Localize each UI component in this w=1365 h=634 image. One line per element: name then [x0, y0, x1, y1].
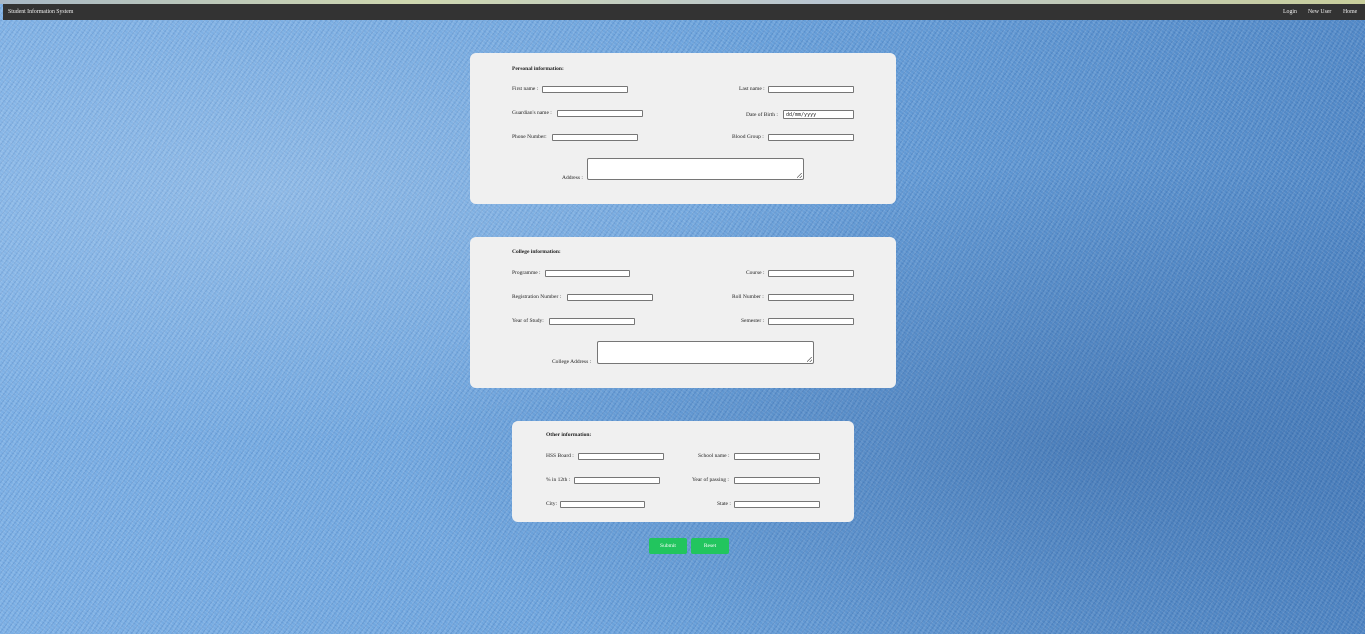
course-label: Course : [746, 270, 765, 276]
registration-input[interactable] [567, 294, 653, 301]
hss-board-label: HSS Board : [546, 453, 574, 459]
resize-grip-icon[interactable] [797, 173, 802, 178]
resize-grip-icon[interactable] [807, 357, 812, 362]
last-name-input[interactable] [768, 86, 854, 93]
first-name-label: First name : [512, 86, 539, 92]
city-label: City: [546, 501, 558, 507]
city-input[interactable] [560, 501, 645, 508]
percent-12th-input[interactable] [574, 477, 660, 484]
first-name-input[interactable] [542, 86, 628, 93]
nav-home-link[interactable]: Home [1343, 9, 1357, 15]
college-address-label: College Address : [552, 359, 592, 365]
reset-button[interactable]: Reset [691, 538, 729, 554]
college-address-textarea[interactable] [597, 341, 814, 364]
personal-info-title: Personal information: [512, 66, 564, 72]
roll-number-label: Roll Number : [732, 294, 764, 300]
phone-input[interactable] [552, 134, 638, 141]
programme-input[interactable] [545, 270, 630, 277]
blood-group-input[interactable] [768, 134, 854, 141]
year-of-passing-input[interactable] [734, 477, 820, 484]
nav-new-user-link[interactable]: New User [1308, 9, 1331, 15]
college-info-card: College information: Programme : Course … [470, 237, 896, 388]
college-info-title: College information: [512, 249, 561, 255]
submit-button[interactable]: Submit [649, 538, 687, 554]
guardian-name-input[interactable] [557, 110, 643, 117]
other-info-title: Other information: [546, 432, 592, 438]
year-of-study-label: Year of Study: [512, 318, 544, 324]
state-input[interactable] [734, 501, 820, 508]
phone-label: Phone Number: [512, 134, 547, 140]
roll-number-input[interactable] [768, 294, 854, 301]
state-label: State : [717, 501, 731, 507]
school-name-label: School name : [698, 453, 730, 459]
other-info-card: Other information: HSS Board : School na… [512, 421, 854, 522]
course-input[interactable] [768, 270, 854, 277]
navbar: Student Information System Login New Use… [3, 4, 1365, 20]
registration-label: Registration Number : [512, 294, 562, 300]
dob-label: Date of Birth : [746, 112, 778, 118]
semester-label: Semester : [741, 318, 765, 324]
address-label: Address : [562, 175, 583, 181]
semester-input[interactable] [768, 318, 854, 325]
guardian-name-label: Guardian's name : [512, 110, 552, 116]
dob-input[interactable]: dd/mm/yyyy [783, 110, 854, 119]
hss-board-input[interactable] [578, 453, 664, 460]
programme-label: Programme : [512, 270, 541, 276]
last-name-label: Last name : [739, 86, 765, 92]
year-of-passing-label: Year of passing : [692, 477, 729, 483]
year-of-study-input[interactable] [549, 318, 635, 325]
percent-12th-label: % in 12th : [546, 477, 571, 483]
brand-title[interactable]: Student Information System [8, 9, 73, 15]
nav-login-link[interactable]: Login [1283, 9, 1297, 15]
personal-info-card: Personal information: First name : Last … [470, 53, 896, 204]
blood-group-label: Blood Group : [732, 134, 764, 140]
school-name-input[interactable] [734, 453, 820, 460]
address-textarea[interactable] [587, 158, 804, 180]
